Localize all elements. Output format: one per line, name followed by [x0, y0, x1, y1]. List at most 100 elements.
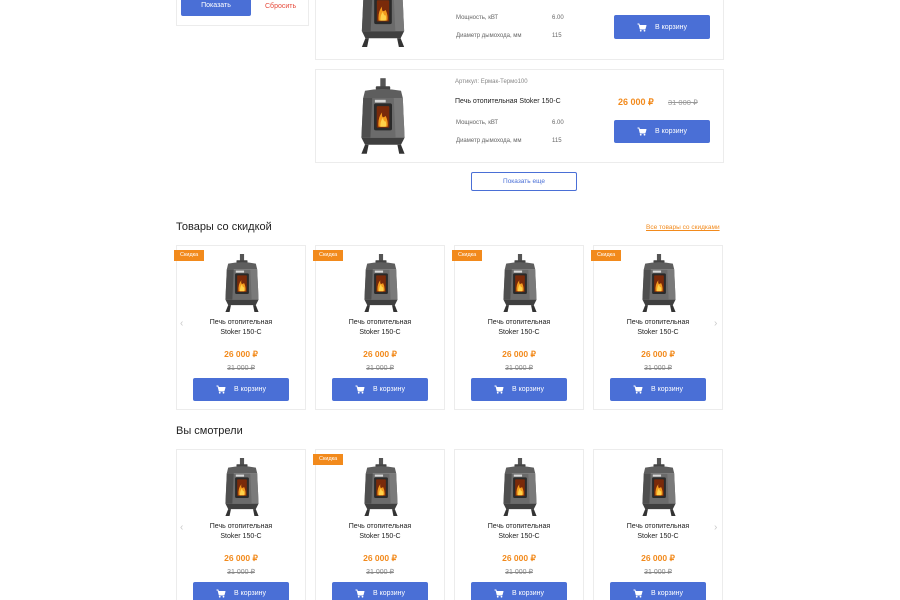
product-name-line: Печь отопительная: [348, 523, 412, 530]
product-name[interactable]: Печь отопительная Stoker 150-C: [316, 522, 444, 542]
prop-label: Диаметр дымохода, мм: [456, 138, 522, 144]
add-to-cart-label: В корзину: [655, 23, 687, 31]
product-image[interactable]: [360, 458, 402, 516]
product-name-line: Печь отопительная: [487, 523, 551, 530]
product-name[interactable]: Печь отопительная Stoker 150-C: [455, 98, 561, 105]
chevron-right-icon[interactable]: ›: [714, 522, 717, 533]
product-name-line: Печь отопительная: [348, 319, 412, 326]
prop-label: Мощность, кВТ: [456, 15, 499, 21]
add-to-cart-label: В корзину: [234, 590, 266, 597]
all-discounts-link[interactable]: Все товары со скидками: [646, 224, 720, 231]
add-to-cart-button[interactable]: В корзину: [614, 15, 710, 39]
product-old-price-wrap: 31 000 ₽: [316, 568, 444, 576]
product-name-line: Stoker 150-C: [637, 533, 679, 540]
product-image[interactable]: [221, 254, 263, 312]
product-old-price-wrap: 31 000 ₽: [177, 364, 305, 372]
add-to-cart-button[interactable]: В корзину: [610, 378, 706, 401]
discount-badge: Скидка: [313, 250, 344, 261]
prop-value: 6.00: [552, 120, 564, 126]
product-name-line: Stoker 150-C: [637, 329, 679, 336]
add-to-cart-button[interactable]: В корзину: [610, 582, 706, 600]
chevron-left-icon[interactable]: ‹: [180, 318, 183, 329]
add-to-cart-button[interactable]: В корзину: [193, 582, 289, 600]
add-to-cart-button[interactable]: В корзину: [614, 120, 710, 143]
product-image[interactable]: [221, 458, 263, 516]
product-name-line: Печь отопительная: [209, 523, 273, 530]
filter-reset-link[interactable]: Сбросить: [265, 3, 296, 10]
product-sku: Артикул: Ермак-Термо100: [455, 79, 528, 85]
add-to-cart-label: В корзину: [512, 386, 544, 393]
product-name-line: Stoker 150-C: [220, 329, 262, 336]
product-card[interactable]: Скидка Печь отопительная Stoker 150-C 26 00…: [174, 245, 306, 410]
product-old-price-wrap: 31 000 ₽: [455, 364, 583, 372]
list-item: Мощность, кВТ 6.00 Диаметр дымохода, мм …: [315, 0, 724, 60]
filter-show-button[interactable]: Показать: [181, 0, 251, 16]
product-card[interactable]: Печь отопительная Stoker 150-C 26 000 ₽ 31 …: [454, 449, 584, 600]
product-old-price-wrap: 31 000 ₽: [594, 364, 722, 372]
add-to-cart-button[interactable]: В корзину: [471, 582, 567, 600]
discount-badge: Скидка: [452, 250, 483, 261]
product-card[interactable]: Скидка Печь отопительная Stoker 150-C 26 00…: [313, 245, 445, 410]
product-name[interactable]: Печь отопительная Stoker 150-C: [594, 522, 722, 542]
product-old-price: 31 000 ₽: [227, 365, 255, 372]
product-old-price: 31 000 ₽: [227, 569, 255, 576]
section-title: Вы смотрели: [176, 425, 243, 437]
product-old-price-wrap: 31 000 ₽: [177, 568, 305, 576]
add-to-cart-button[interactable]: В корзину: [471, 378, 567, 401]
discount-badge: Скидка: [591, 250, 622, 261]
product-image[interactable]: [499, 458, 541, 516]
product-old-price: 31 000 ₽: [366, 569, 394, 576]
product-name[interactable]: Печь отопительная Stoker 150-C: [455, 318, 583, 338]
add-to-cart-button[interactable]: В корзину: [332, 582, 428, 600]
add-to-cart-label: В корзину: [651, 590, 683, 597]
product-card[interactable]: Скидка Печь отопительная Stoker 150-C 26 00…: [452, 245, 584, 410]
product-name-line: Печь отопительная: [626, 523, 690, 530]
product-price: 26 000 ₽: [502, 553, 536, 563]
product-card[interactable]: Скидка Печь отопительная Stoker 150-C 26 00…: [591, 245, 723, 410]
product-name[interactable]: Печь отопительная Stoker 150-C: [177, 522, 305, 542]
cart-icon: [355, 385, 365, 394]
chevron-left-icon[interactable]: ‹: [180, 522, 183, 533]
product-name-line: Stoker 150-C: [498, 329, 540, 336]
product-name-line: Stoker 150-C: [220, 533, 262, 540]
product-card[interactable]: Печь отопительная Stoker 150-C 26 000 ₽ 31 …: [176, 449, 306, 600]
product-price: 26 000 ₽: [224, 553, 258, 563]
prop-value: 6.00: [552, 15, 564, 21]
product-image[interactable]: [356, 0, 410, 47]
product-name-line: Печь отопительная: [626, 319, 690, 326]
product-image[interactable]: [638, 458, 680, 516]
chevron-right-icon[interactable]: ›: [714, 318, 717, 329]
prop-value: 115: [552, 138, 562, 144]
product-name-line: Печь отопительная: [209, 319, 273, 326]
cart-icon: [633, 589, 643, 598]
product-name-line: Печь отопительная: [487, 319, 551, 326]
cart-icon: [637, 127, 647, 136]
show-more-button[interactable]: Показать еще: [471, 172, 577, 191]
add-to-cart-label: В корзину: [512, 590, 544, 597]
add-to-cart-label: В корзину: [234, 386, 266, 393]
product-name[interactable]: Печь отопительная Stoker 150-C: [594, 318, 722, 338]
product-old-price: 31 000 ₽: [505, 569, 533, 576]
product-name[interactable]: Печь отопительная Stoker 150-C: [177, 318, 305, 338]
product-image[interactable]: [638, 254, 680, 312]
product-old-price: 31 000 ₽: [644, 569, 672, 576]
product-price: 26 000 ₽: [502, 349, 536, 359]
product-name[interactable]: Печь отопительная Stoker 150-C: [455, 522, 583, 542]
product-old-price-wrap: 31 000 ₽: [594, 568, 722, 576]
product-price: 26 000 ₽: [224, 349, 258, 359]
product-card[interactable]: Печь отопительная Stoker 150-C 26 000 ₽ 31 …: [593, 449, 723, 600]
product-name-line: Stoker 150-C: [498, 533, 540, 540]
product-old-price: 31 000 ₽: [644, 365, 672, 372]
product-name-line: Stoker 150-C: [359, 329, 401, 336]
section-title: Товары со скидкой: [176, 221, 272, 233]
product-name[interactable]: Печь отопительная Stoker 150-C: [316, 318, 444, 338]
add-to-cart-button[interactable]: В корзину: [332, 378, 428, 401]
product-image[interactable]: [356, 78, 410, 154]
product-card[interactable]: Скидка Печь отопительная Stoker 150-C 26 00…: [313, 449, 445, 600]
product-old-price-wrap: 31 000 ₽: [316, 364, 444, 372]
product-image[interactable]: [360, 254, 402, 312]
add-to-cart-button[interactable]: В корзину: [193, 378, 289, 401]
prop-label: Мощность, кВТ: [456, 120, 499, 126]
product-image[interactable]: [499, 254, 541, 312]
product-old-price: 31 000 ₽: [668, 98, 698, 107]
